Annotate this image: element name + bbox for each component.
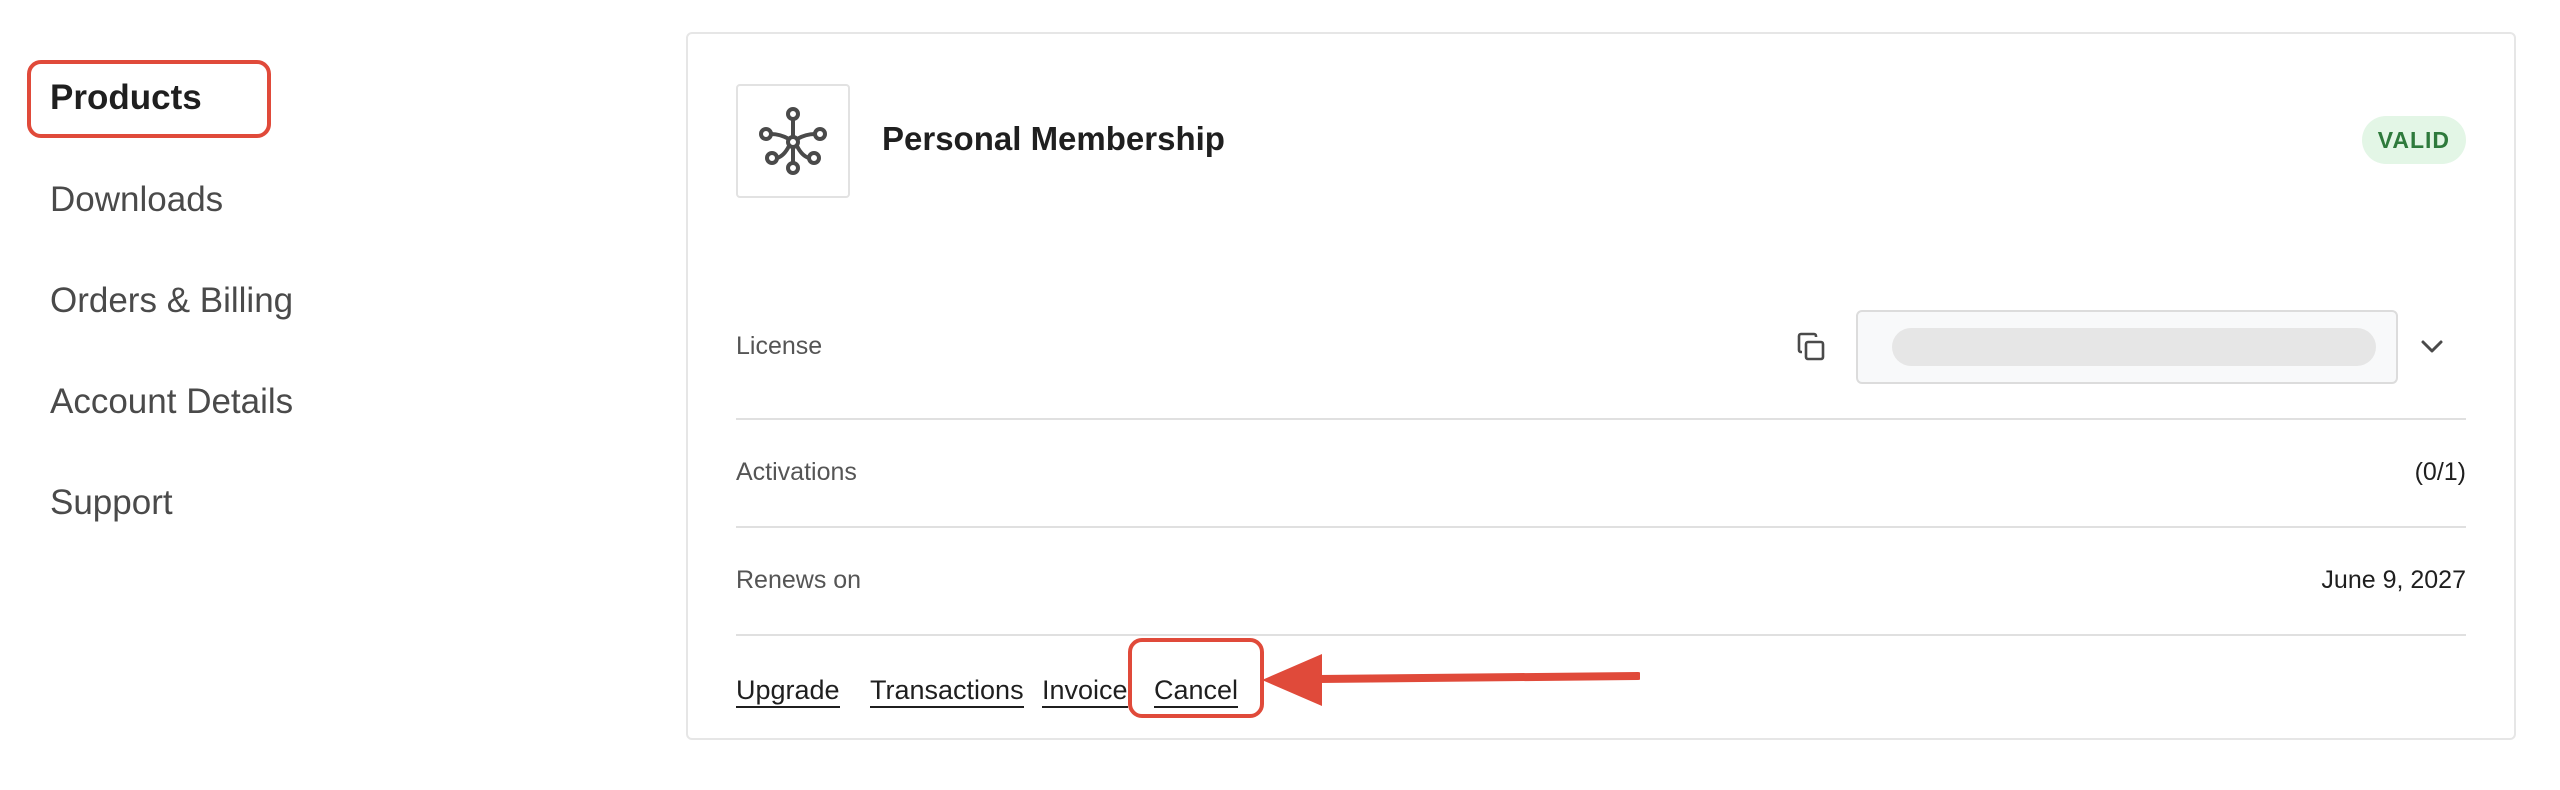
copy-icon[interactable] <box>1794 330 1828 364</box>
network-nodes-icon <box>759 107 827 175</box>
sidebar-item-account-details[interactable]: Account Details <box>50 380 293 424</box>
product-card: Personal Membership VALID License Activa… <box>686 32 2516 740</box>
annotation-arrow-icon <box>1262 654 1640 706</box>
license-key-field[interactable] <box>1856 310 2398 384</box>
renews-value: June 9, 2027 <box>2321 566 2466 594</box>
upgrade-link[interactable]: Upgrade <box>736 674 840 708</box>
invoice-link[interactable]: Invoice <box>1042 674 1128 708</box>
sidebar-item-products[interactable]: Products <box>50 76 202 120</box>
license-label: License <box>736 332 823 360</box>
product-title: Personal Membership <box>882 120 1225 157</box>
renews-row: Renews on June 9, 2027 <box>736 526 2466 636</box>
transactions-link[interactable]: Transactions <box>870 674 1024 708</box>
license-key-redacted <box>1892 328 2376 366</box>
sidebar-item-downloads[interactable]: Downloads <box>50 178 223 222</box>
sidebar-item-support[interactable]: Support <box>50 481 173 525</box>
sidebar-nav: Products Downloads Orders & Billing Acco… <box>0 0 640 790</box>
activations-value: (0/1) <box>2414 458 2466 486</box>
renews-label: Renews on <box>736 566 862 594</box>
status-badge: VALID <box>2361 116 2466 164</box>
activations-label: Activations <box>736 458 857 486</box>
activations-row: Activations (0/1) <box>736 418 2466 528</box>
sidebar-item-orders-billing[interactable]: Orders & Billing <box>50 279 293 323</box>
chevron-down-icon[interactable] <box>2416 330 2448 362</box>
cancel-link[interactable]: Cancel <box>1154 674 1239 708</box>
license-row: License <box>736 274 2466 420</box>
product-icon-box <box>736 84 850 198</box>
